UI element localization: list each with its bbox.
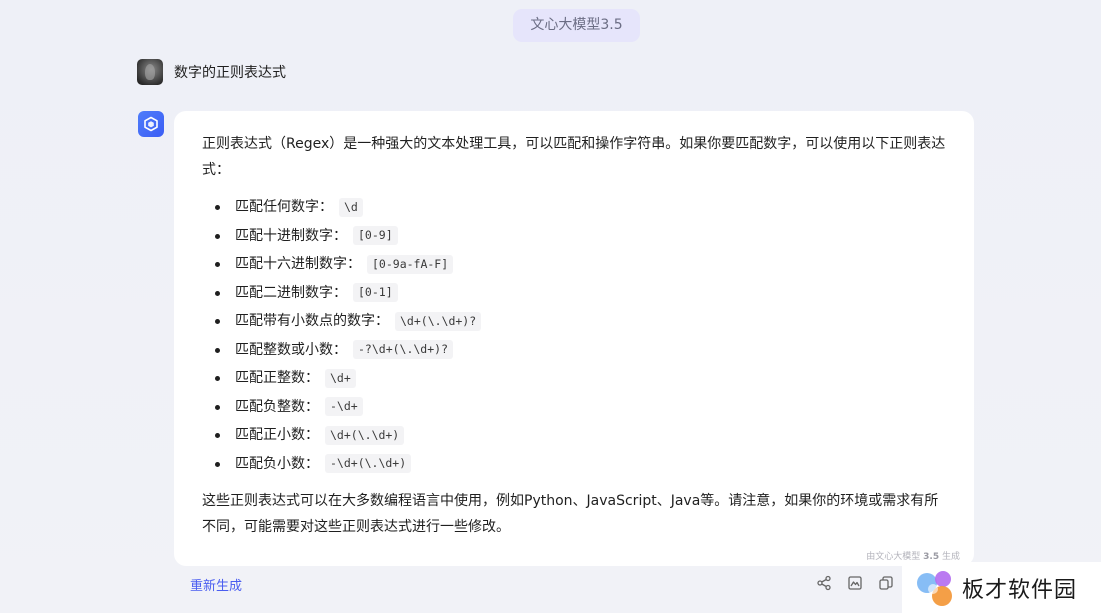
list-item: 匹配负整数： -\d+ (202, 393, 946, 422)
bot-avatar-icon (138, 111, 164, 137)
list-item: 匹配任何数字： \d (202, 193, 946, 222)
list-item: 匹配正整数： \d+ (202, 364, 946, 393)
list-item: 匹配带有小数点的数字： \d+(\.\d+)? (202, 307, 946, 336)
list-item-label: 匹配十六进制数字： (235, 256, 361, 272)
code-snippet: \d+(\.\d+) (325, 425, 405, 445)
list-item-label: 匹配任何数字： (235, 199, 333, 215)
chat-page: 文心大模型3.5 数字的正则表达式 正则表达式（Regex）是一种强大的文本处理… (0, 0, 1101, 613)
list-item: 匹配负小数： -\d+(\.\d+) (202, 450, 946, 479)
cube-icon (144, 116, 158, 132)
user-question-text: 数字的正则表达式 (174, 65, 286, 81)
code-snippet: -\d+ (325, 397, 363, 416)
model-badge[interactable]: 文心大模型3.5 (513, 9, 640, 42)
code-snippet: -?\d+(\.\d+)? (353, 340, 454, 359)
list-item-label: 匹配带有小数点的数字： (235, 313, 389, 329)
code-snippet: [0-9] (353, 226, 398, 245)
list-item: 匹配正小数： \d+(\.\d+) (202, 421, 946, 450)
watermark-logo-icon (912, 565, 958, 611)
image-icon[interactable] (847, 575, 863, 591)
regex-list: 匹配任何数字： \d 匹配十进制数字： [0-9] 匹配十六进制数字： [0-9a-f… (202, 193, 946, 478)
list-item-label: 匹配二进制数字： (235, 284, 347, 301)
generated-by-note: 由文心大模型 3.5 生成 (866, 549, 960, 562)
regenerate-button[interactable]: 重新生成 (190, 575, 242, 594)
user-avatar (137, 59, 163, 85)
list-item-label: 匹配正整数： (235, 370, 319, 386)
generated-note-suffix: 生成 (939, 552, 960, 562)
generated-note-prefix: 由文心大模型 (866, 552, 924, 562)
list-item-label: 匹配负整数： (235, 398, 319, 415)
list-item-label: 匹配十进制数字： (235, 227, 347, 244)
share-icon[interactable] (816, 575, 832, 591)
list-item: 匹配二进制数字： [0-1] (202, 279, 946, 308)
answer-card: 正则表达式（Regex）是一种强大的文本处理工具，可以匹配和操作字符串。如果你要… (174, 111, 974, 566)
list-item: 匹配十进制数字： [0-9] (202, 222, 946, 251)
answer-intro: 正则表达式（Regex）是一种强大的文本处理工具，可以匹配和操作字符串。如果你要… (202, 136, 946, 178)
answer-outro: 这些正则表达式可以在大多数编程语言中使用，例如Python、JavaScript… (202, 493, 939, 535)
code-snippet: \d+ (325, 368, 356, 388)
list-item: 匹配十六进制数字： [0-9a-fA-F] (202, 250, 946, 279)
list-item-label: 匹配负小数： (235, 455, 319, 472)
user-message: 数字的正则表达式 (137, 59, 286, 85)
list-item-label: 匹配整数或小数： (235, 341, 347, 358)
code-snippet: \d+(\.\d+)? (395, 311, 482, 331)
generated-note-version: 3.5 (923, 552, 940, 562)
copy-icon[interactable] (878, 575, 894, 591)
code-snippet: [0-9a-fA-F] (367, 254, 454, 274)
code-snippet: \d (339, 197, 363, 217)
watermark-text: 板才软件园 (962, 577, 1078, 603)
code-snippet: -\d+(\.\d+) (325, 454, 412, 473)
code-snippet: [0-1] (353, 283, 398, 302)
list-item: 匹配整数或小数： -?\d+(\.\d+)? (202, 336, 946, 365)
list-item-label: 匹配正小数： (235, 427, 319, 443)
watermark: 板才软件园 (902, 562, 1101, 613)
